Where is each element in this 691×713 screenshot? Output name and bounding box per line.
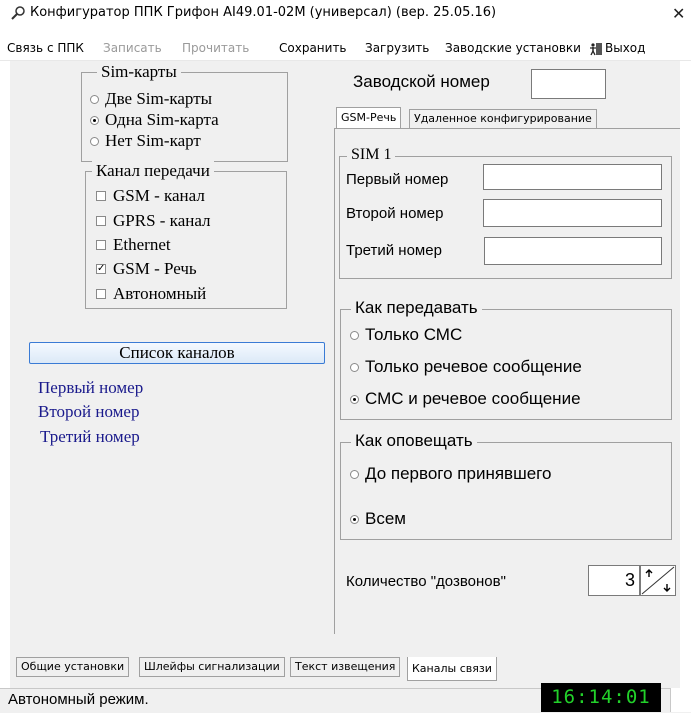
dial-count-field[interactable]: 3: [588, 565, 640, 596]
send-sms-and-voice[interactable]: СМС и речевое сообщение: [350, 389, 581, 409]
channel-gsm-voice[interactable]: ✓ GSM - Речь: [96, 259, 197, 279]
tab-gsm-voice[interactable]: GSM-Речь: [336, 107, 402, 129]
tab-general-settings[interactable]: Общие установки: [16, 657, 130, 677]
menu-item-factory-settings[interactable]: Заводские установки: [445, 41, 581, 55]
factory-number-field[interactable]: [531, 69, 606, 99]
status-bar-end: [670, 688, 691, 712]
radio-icon[interactable]: [90, 136, 99, 146]
sim1-second-label: Второй номер: [346, 205, 444, 222]
close-icon[interactable]: ✕: [672, 4, 685, 23]
sim1-first-label: Первый номер: [346, 171, 449, 188]
exit-icon[interactable]: [589, 42, 603, 56]
checkbox-checked-icon[interactable]: ✓: [96, 264, 106, 274]
radio-icon[interactable]: [90, 94, 99, 104]
channel-number-second: Второй номер: [38, 402, 140, 421]
sim1-first-field[interactable]: [483, 164, 662, 190]
channel-number-third: Третий номер: [40, 427, 140, 446]
left-edge: [0, 61, 10, 712]
radio-icon[interactable]: [350, 362, 359, 372]
checkbox-icon[interactable]: [96, 289, 106, 299]
tab-notification-text[interactable]: Текст извещения: [290, 657, 401, 677]
radio-selected-icon[interactable]: [350, 394, 359, 404]
dial-count-label: Количество "дозвонов": [346, 573, 506, 590]
channel-number-first: Первый номер: [38, 378, 144, 397]
sim1-third-label: Третий номер: [346, 242, 442, 259]
menu-item-connect[interactable]: Связь с ППК: [7, 41, 84, 55]
checkbox-icon[interactable]: [96, 216, 106, 226]
radio-icon[interactable]: [350, 330, 359, 340]
radio-icon[interactable]: [350, 469, 359, 479]
tab-remote-config[interactable]: Удаленное конфигурирование: [409, 109, 597, 129]
notify-first-accepted[interactable]: До первого принявшего: [350, 464, 551, 484]
menu-item-exit[interactable]: Выход: [605, 41, 645, 55]
window-title: Конфигуратор ППК Грифон AI49.01-02M (уни…: [30, 5, 497, 20]
app-icon: [11, 6, 25, 20]
sim-option-two[interactable]: Две Sim-карты: [90, 89, 212, 109]
menu-item-read[interactable]: Прочитать: [182, 41, 249, 55]
radio-selected-icon[interactable]: [90, 115, 99, 125]
send-sms-only[interactable]: Только СМС: [350, 325, 462, 345]
tab-alarm-loops[interactable]: Шлейфы сигнализации: [139, 657, 285, 677]
sim1-second-field[interactable]: [483, 199, 662, 227]
menu-item-load[interactable]: Загрузить: [365, 41, 429, 55]
notify-all[interactable]: Всем: [350, 509, 406, 529]
how-to-notify-legend: Как оповещать: [351, 431, 477, 451]
sim1-third-field[interactable]: [484, 237, 662, 265]
checkbox-icon[interactable]: [96, 191, 106, 201]
menu-item-save[interactable]: Сохранить: [279, 41, 347, 55]
channel-autonomous[interactable]: Автономный: [96, 284, 206, 304]
how-to-send-legend: Как передавать: [351, 298, 482, 318]
sim1-legend: SIM 1: [347, 146, 396, 164]
channel-gprs[interactable]: GPRS - канал: [96, 211, 211, 231]
channel-ethernet[interactable]: Ethernet: [96, 235, 171, 255]
factory-number-label: Заводской номер: [353, 72, 490, 91]
sim-option-none[interactable]: Нет Sim-карт: [90, 131, 201, 151]
menu-item-write[interactable]: Записать: [103, 41, 162, 55]
clock-display: 16:14:01: [541, 683, 661, 712]
status-text: Автономный режим.: [8, 691, 149, 708]
channel-legend: Канал передачи: [92, 161, 214, 181]
send-voice-only[interactable]: Только речевое сообщение: [350, 357, 582, 377]
sim-cards-legend: Sim-карты: [97, 62, 181, 82]
sim-option-one[interactable]: Одна Sim-карта: [90, 110, 219, 130]
radio-selected-icon[interactable]: [350, 514, 359, 524]
spin-updown-icon[interactable]: [640, 565, 676, 596]
checkbox-icon[interactable]: [96, 240, 106, 250]
tab-communication-channels[interactable]: Каналы связи: [407, 657, 497, 681]
channels-list-button[interactable]: Список каналов: [29, 342, 325, 364]
channel-gsm[interactable]: GSM - канал: [96, 186, 205, 206]
